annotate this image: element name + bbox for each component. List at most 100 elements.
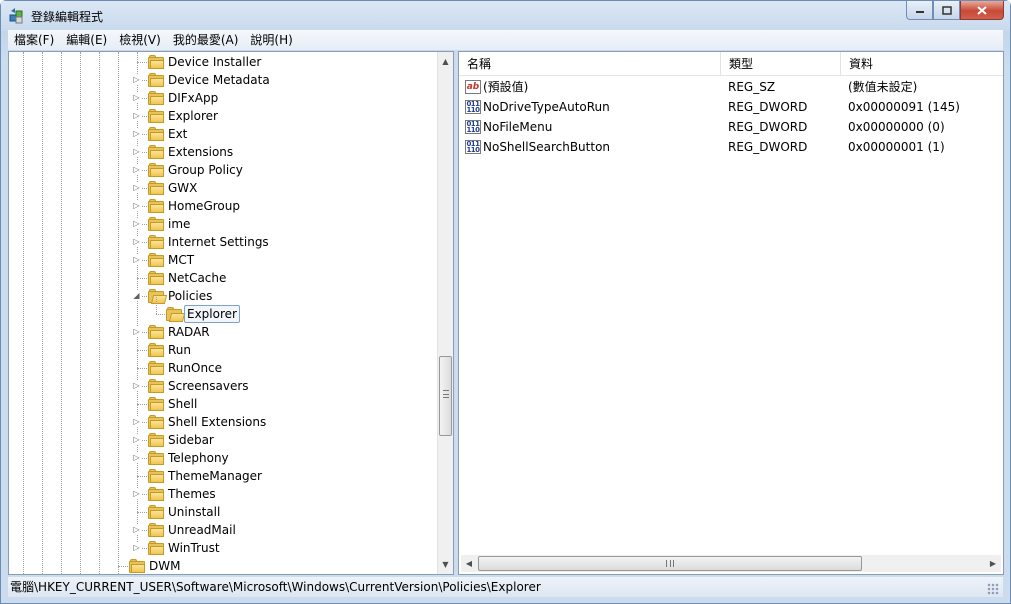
- tree-item[interactable]: ▷ Ext: [9, 125, 437, 143]
- menu-file[interactable]: 檔案(F): [8, 30, 60, 50]
- value-row[interactable]: ab (預設值) REG_SZ (數值未設定): [459, 77, 1003, 97]
- list-horizontal-scrollbar[interactable]: ◀ ▶: [461, 555, 1001, 572]
- tree-item[interactable]: ▷ Themes: [9, 485, 437, 503]
- folder-icon: [148, 523, 164, 537]
- tree-item[interactable]: ▷ Screensavers: [9, 377, 437, 395]
- scroll-right-arrow-icon[interactable]: ▶: [985, 555, 1001, 572]
- expand-arrow-icon[interactable]: ▷: [132, 111, 141, 120]
- tree-item[interactable]: ◢ Policies: [9, 287, 437, 305]
- tree-item[interactable]: ▷ Internet Settings: [9, 233, 437, 251]
- maximize-icon: [941, 5, 952, 15]
- minimize-icon: [915, 11, 924, 13]
- tree-connector-line: [137, 368, 147, 369]
- expand-arrow-icon[interactable]: ▷: [132, 129, 141, 138]
- expand-arrow-icon[interactable]: ▷: [132, 237, 141, 246]
- tree-item[interactable]: ▷ DIFxApp: [9, 89, 437, 107]
- tree-item[interactable]: ▷ Extensions: [9, 143, 437, 161]
- scroll-left-arrow-icon[interactable]: ◀: [461, 555, 477, 572]
- value-type: REG_DWORD: [728, 140, 808, 154]
- tree-item-label: Run: [168, 343, 192, 357]
- collapse-arrow-icon[interactable]: ◢: [132, 291, 141, 300]
- expand-arrow-icon[interactable]: ▷: [132, 93, 141, 102]
- tree-item-label: Ext: [168, 127, 188, 141]
- expand-arrow-icon[interactable]: ▷: [132, 543, 141, 552]
- resize-grip-icon[interactable]: [987, 583, 999, 595]
- value-name-cell: ab (預設值): [459, 77, 721, 97]
- tree-item-label: Sidebar: [168, 433, 214, 447]
- folder-icon: [148, 451, 164, 465]
- tree-item-label: NetCache: [168, 271, 227, 285]
- tree-item[interactable]: ▷ ime: [9, 215, 437, 233]
- tree-scrollbar-thumb[interactable]: [439, 356, 452, 436]
- status-bar: 電腦\HKEY_CURRENT_USER\Software\Microsoft\…: [8, 577, 1003, 597]
- menu-favorites[interactable]: 我的最愛(A): [167, 30, 245, 50]
- tree-item[interactable]: ▷ WinTrust: [9, 539, 437, 557]
- tree-connector-line: [118, 566, 128, 567]
- tree-item-label: UnreadMail: [168, 523, 236, 537]
- close-button[interactable]: [960, 1, 1004, 20]
- expand-arrow-icon[interactable]: ▷: [132, 489, 141, 498]
- dword-value-icon: 011 110: [465, 120, 481, 134]
- expand-arrow-icon[interactable]: ▷: [132, 201, 141, 210]
- tree-item[interactable]: Uninstall: [9, 503, 437, 521]
- expand-arrow-icon[interactable]: ▷: [132, 147, 141, 156]
- value-row[interactable]: 011 110 NoFileMenu REG_DWORD 0x00000000 (0): [459, 117, 1003, 137]
- tree-item-label: RunOnce: [168, 361, 223, 375]
- tree-item[interactable]: ▷ GWX: [9, 179, 437, 197]
- tree-item[interactable]: ▷ Group Policy: [9, 161, 437, 179]
- tree-item[interactable]: Device Installer: [9, 53, 437, 71]
- tree-item[interactable]: ▷ Device Metadata: [9, 71, 437, 89]
- column-header-name[interactable]: 名稱: [459, 52, 721, 76]
- tree-item[interactable]: ▷ Explorer: [9, 107, 437, 125]
- scroll-up-arrow-icon[interactable]: ▲: [438, 54, 453, 70]
- tree-item[interactable]: Explorer: [9, 297, 437, 323]
- minimize-button[interactable]: [906, 1, 933, 20]
- folder-icon: [148, 145, 164, 159]
- registry-value-list[interactable]: 名稱 類型 資料 ab (預設值) REG_SZ (數值未設定) 011 110 NoDri…: [458, 51, 1004, 575]
- title-bar[interactable]: 登錄編輯程式: [1, 1, 1010, 31]
- expand-arrow-icon[interactable]: ▷: [132, 327, 141, 336]
- close-icon: [977, 5, 987, 15]
- column-header-type[interactable]: 類型: [721, 52, 841, 76]
- tree-item[interactable]: NetCache: [9, 269, 437, 287]
- expand-arrow-icon[interactable]: ▷: [132, 453, 141, 462]
- maximize-button[interactable]: [933, 1, 960, 20]
- tree-item[interactable]: Shell: [9, 395, 437, 413]
- value-type: REG_DWORD: [728, 100, 808, 114]
- folder-icon: [148, 163, 164, 177]
- string-value-icon: ab: [465, 80, 481, 94]
- expand-arrow-icon[interactable]: ▷: [132, 183, 141, 192]
- tree-item[interactable]: ThemeManager: [9, 467, 437, 485]
- tree-vertical-scrollbar[interactable]: ▲ ▼: [437, 52, 453, 574]
- expand-arrow-icon[interactable]: ▷: [132, 165, 141, 174]
- tree-item[interactable]: ▷ Telephony: [9, 449, 437, 467]
- tree-item[interactable]: Run: [9, 341, 437, 359]
- value-name: NoDriveTypeAutoRun: [483, 100, 610, 114]
- tree-item[interactable]: ▷ Sidebar: [9, 431, 437, 449]
- menu-help[interactable]: 說明(H): [244, 30, 298, 50]
- expand-arrow-icon[interactable]: ▷: [132, 219, 141, 228]
- menu-view[interactable]: 檢視(V): [113, 30, 167, 50]
- expand-arrow-icon[interactable]: ▷: [132, 435, 141, 444]
- registry-key-tree[interactable]: Device Installer ▷ Device Metadata ▷ DIFxApp…: [8, 51, 454, 575]
- tree-item-label: Explorer: [168, 109, 218, 123]
- list-scrollbar-thumb[interactable]: [478, 556, 862, 571]
- value-type: REG_SZ: [728, 80, 776, 94]
- column-header-data[interactable]: 資料: [841, 52, 1003, 76]
- tree-item[interactable]: ▷ HomeGroup: [9, 197, 437, 215]
- tree-item[interactable]: ▷ UnreadMail: [9, 521, 437, 539]
- scroll-down-arrow-icon[interactable]: ▼: [438, 557, 453, 573]
- value-row[interactable]: 011 110 NoDriveTypeAutoRun REG_DWORD 0x00000…: [459, 97, 1003, 117]
- expand-arrow-icon[interactable]: ▷: [132, 75, 141, 84]
- tree-item[interactable]: ▷ Shell Extensions: [9, 413, 437, 431]
- tree-item[interactable]: DWM: [9, 557, 437, 574]
- expand-arrow-icon[interactable]: ▷: [132, 255, 141, 264]
- expand-arrow-icon[interactable]: ▷: [132, 381, 141, 390]
- tree-item[interactable]: ▷ MCT: [9, 251, 437, 269]
- tree-item[interactable]: RunOnce: [9, 359, 437, 377]
- tree-item[interactable]: ▷ RADAR: [9, 323, 437, 341]
- menu-edit[interactable]: 編輯(E): [60, 30, 113, 50]
- expand-arrow-icon[interactable]: ▷: [132, 525, 141, 534]
- expand-arrow-icon[interactable]: ▷: [132, 417, 141, 426]
- value-row[interactable]: 011 110 NoShellSearchButton REG_DWORD 0x0000…: [459, 137, 1003, 157]
